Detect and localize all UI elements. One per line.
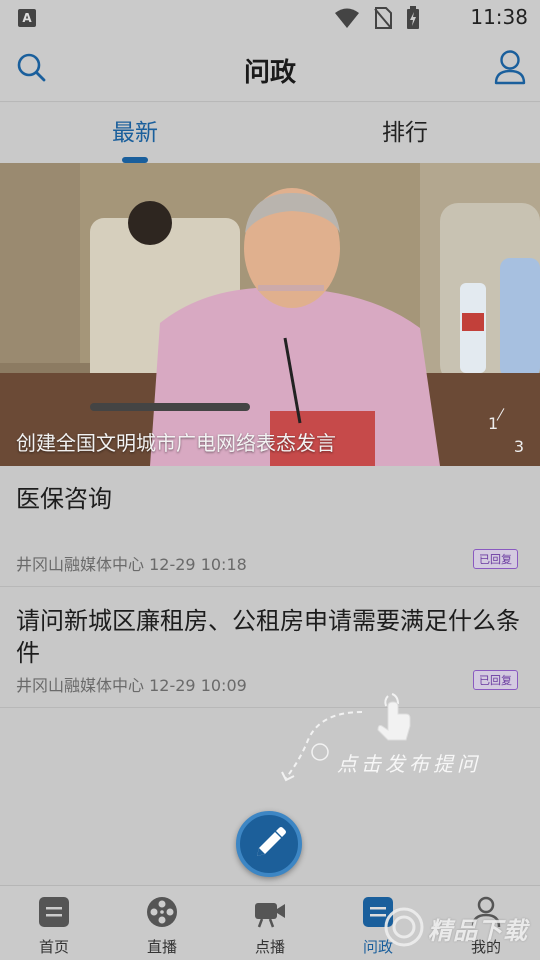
- question-list: 医保咨询 井冈山融媒体中心 12-29 10:18 已回复 请问新城区廉租房、公…: [0, 466, 540, 708]
- question-meta: 井冈山融媒体中心 12-29 10:09: [16, 672, 247, 696]
- pencil-icon: [257, 827, 286, 856]
- question-title: 医保咨询: [16, 485, 112, 513]
- question-source: 井冈山融媒体中心: [16, 555, 145, 574]
- notification-a-icon: A: [18, 9, 36, 27]
- question-time: 12-29 10:09: [149, 676, 247, 695]
- tab-ranking-label: 排行: [382, 120, 428, 146]
- nav-label-vod: 点播: [254, 938, 285, 956]
- banner-page-total: 3: [513, 437, 524, 456]
- banner-caption: 创建全国文明城市广电网络表态发言: [16, 431, 336, 455]
- status-badge: 已回复: [473, 670, 518, 690]
- tab-ranking[interactable]: 排行: [270, 103, 540, 163]
- tab-latest[interactable]: 最新: [0, 103, 270, 163]
- status-bar: A 11:38: [0, 0, 540, 36]
- status-time: 11:38: [470, 5, 528, 29]
- nav-label-home: 首页: [38, 938, 69, 956]
- question-time: 12-29 10:18: [149, 555, 247, 574]
- search-icon: [17, 53, 46, 82]
- status-icons: [334, 6, 420, 30]
- nav-item-vod[interactable]: 点播: [216, 886, 324, 960]
- video-camera-icon: [255, 903, 285, 928]
- post-question-button[interactable]: [236, 811, 302, 877]
- post-question-hint: 点击发布提问: [337, 752, 481, 776]
- nav-item-home[interactable]: 首页: [0, 886, 108, 960]
- banner-page-current: 1: [488, 414, 499, 433]
- no-sim-icon: [374, 7, 392, 29]
- battery-charging-icon: [407, 6, 419, 29]
- question-source: 井冈山融媒体中心: [16, 676, 145, 695]
- profile-button[interactable]: [492, 48, 528, 88]
- question-title: 请问新城区廉租房、公租房申请需要满足什么条件: [16, 607, 520, 667]
- question-item[interactable]: 医保咨询 井冈山融媒体中心 12-29 10:18 已回复: [0, 466, 540, 587]
- tab-bar: 最新 排行: [0, 103, 540, 163]
- tab-latest-label: 最新: [112, 120, 158, 146]
- banner-photo: [0, 163, 540, 466]
- home-doc-icon: [39, 897, 69, 927]
- wifi-icon: [335, 8, 359, 28]
- banner-carousel[interactable]: 创建全国文明城市广电网络表态发言 1 3: [0, 163, 540, 466]
- banner-pager: 1 3: [488, 408, 524, 456]
- watermark-text: 精品下载: [428, 917, 528, 945]
- page-title: 问政: [243, 58, 296, 88]
- watermark: 精品下载: [378, 905, 540, 951]
- watermark-logo-icon: [384, 907, 424, 947]
- nav-label-live: 直播: [146, 938, 177, 956]
- app-header: 问政: [0, 36, 540, 102]
- question-meta: 井冈山融媒体中心 12-29 10:18: [16, 551, 247, 575]
- nav-item-live[interactable]: 直播: [108, 886, 216, 960]
- search-button[interactable]: [14, 50, 50, 86]
- status-badge: 已回复: [473, 549, 518, 569]
- user-icon: [494, 50, 526, 85]
- film-reel-icon: [147, 897, 177, 927]
- pointing-hand-icon: [377, 693, 411, 741]
